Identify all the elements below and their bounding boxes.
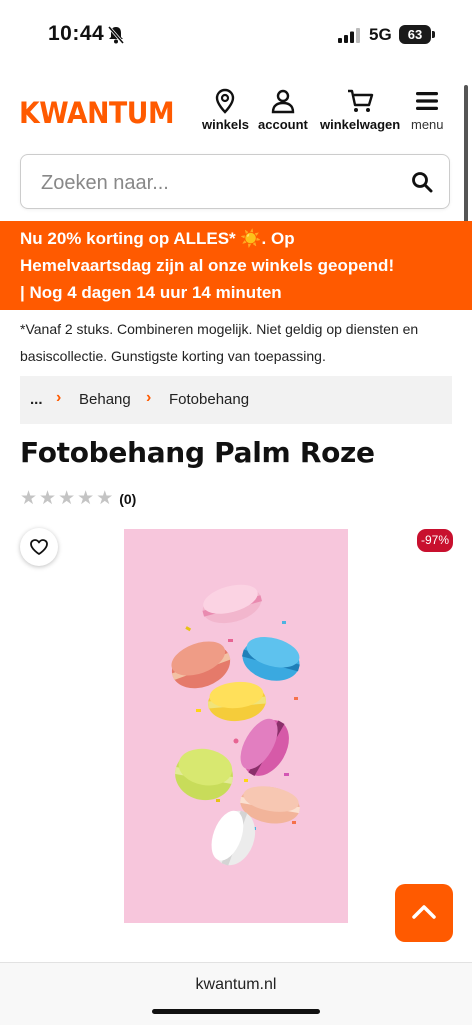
search-bar bbox=[20, 154, 450, 209]
search-input[interactable] bbox=[39, 167, 403, 199]
cart-icon bbox=[348, 89, 374, 112]
status-bar: 10:44 5G 63 bbox=[0, 0, 472, 70]
promo-line-2: Hemelvaartsdag zijn al onze winkels geop… bbox=[20, 256, 395, 275]
location-pin-icon bbox=[216, 88, 235, 114]
promo-disclaimer: *Vanaf 2 stuks. Combineren mogelijk. Nie… bbox=[20, 321, 419, 364]
promo-banner[interactable]: Nu 20% korting op ALLES* ☀️. Op Hemelvaa… bbox=[0, 221, 472, 310]
star-icon: ★ bbox=[96, 488, 114, 509]
breadcrumb-ellipsis[interactable]: ... bbox=[30, 391, 43, 408]
nav-account-label: account bbox=[258, 117, 308, 132]
discount-badge: -97% bbox=[417, 529, 453, 552]
star-icon: ★ bbox=[39, 488, 57, 509]
home-indicator[interactable] bbox=[152, 1009, 320, 1014]
battery-icon: 63 bbox=[399, 25, 431, 44]
star-icon: ★ bbox=[58, 488, 76, 509]
nav-cart-label: winkelwagen bbox=[320, 117, 401, 132]
search-icon[interactable] bbox=[411, 171, 433, 193]
chevron-right-icon: › bbox=[146, 389, 152, 406]
site-header: KWANTUM winkels account winkelwagen menu bbox=[0, 88, 472, 140]
nav-stores-label: winkels bbox=[202, 117, 249, 132]
promo-line-1: Nu 20% korting op ALLES* ☀️. Op bbox=[20, 229, 295, 248]
rating-stars[interactable]: ★ ★ ★ ★ ★ (0) bbox=[20, 487, 136, 510]
status-time: 10:44 bbox=[48, 22, 105, 45]
breadcrumb: ... › Behang › Fotobehang bbox=[20, 376, 452, 424]
nav-menu[interactable]: menu bbox=[411, 88, 444, 132]
kwantum-logo[interactable]: KWANTUM bbox=[19, 96, 175, 130]
breadcrumb-item-behang[interactable]: Behang bbox=[79, 391, 131, 408]
battery-tip bbox=[432, 31, 435, 38]
signal-icon bbox=[338, 28, 360, 43]
bell-muted-icon bbox=[107, 26, 125, 44]
favorite-button[interactable] bbox=[20, 528, 58, 566]
breadcrumb-item-fotobehang[interactable]: Fotobehang bbox=[169, 391, 249, 408]
macarons-illustration bbox=[124, 529, 348, 923]
nav-cart[interactable]: winkelwagen bbox=[320, 88, 400, 132]
network-type: 5G bbox=[369, 25, 392, 44]
url-text[interactable]: kwantum.nl bbox=[0, 976, 472, 994]
nav-menu-label: menu bbox=[411, 117, 444, 132]
product-title: Fotobehang Palm Roze bbox=[20, 436, 375, 469]
product-image[interactable] bbox=[124, 529, 348, 923]
chevron-up-icon bbox=[412, 905, 436, 919]
nav-stores[interactable]: winkels bbox=[202, 88, 249, 132]
browser-url-bar[interactable]: kwantum.nl bbox=[0, 962, 472, 1025]
nav-account[interactable]: account bbox=[258, 88, 308, 132]
review-count[interactable]: (0) bbox=[119, 491, 136, 507]
star-icon: ★ bbox=[20, 488, 38, 509]
promo-countdown: | Nog 4 dagen 14 uur 14 minuten bbox=[20, 283, 282, 302]
user-icon bbox=[271, 89, 295, 114]
back-to-top-button[interactable] bbox=[395, 884, 453, 942]
star-icon: ★ bbox=[77, 488, 95, 509]
heart-icon bbox=[30, 539, 48, 555]
chevron-right-icon: › bbox=[56, 389, 62, 406]
hamburger-menu-icon bbox=[416, 92, 439, 110]
